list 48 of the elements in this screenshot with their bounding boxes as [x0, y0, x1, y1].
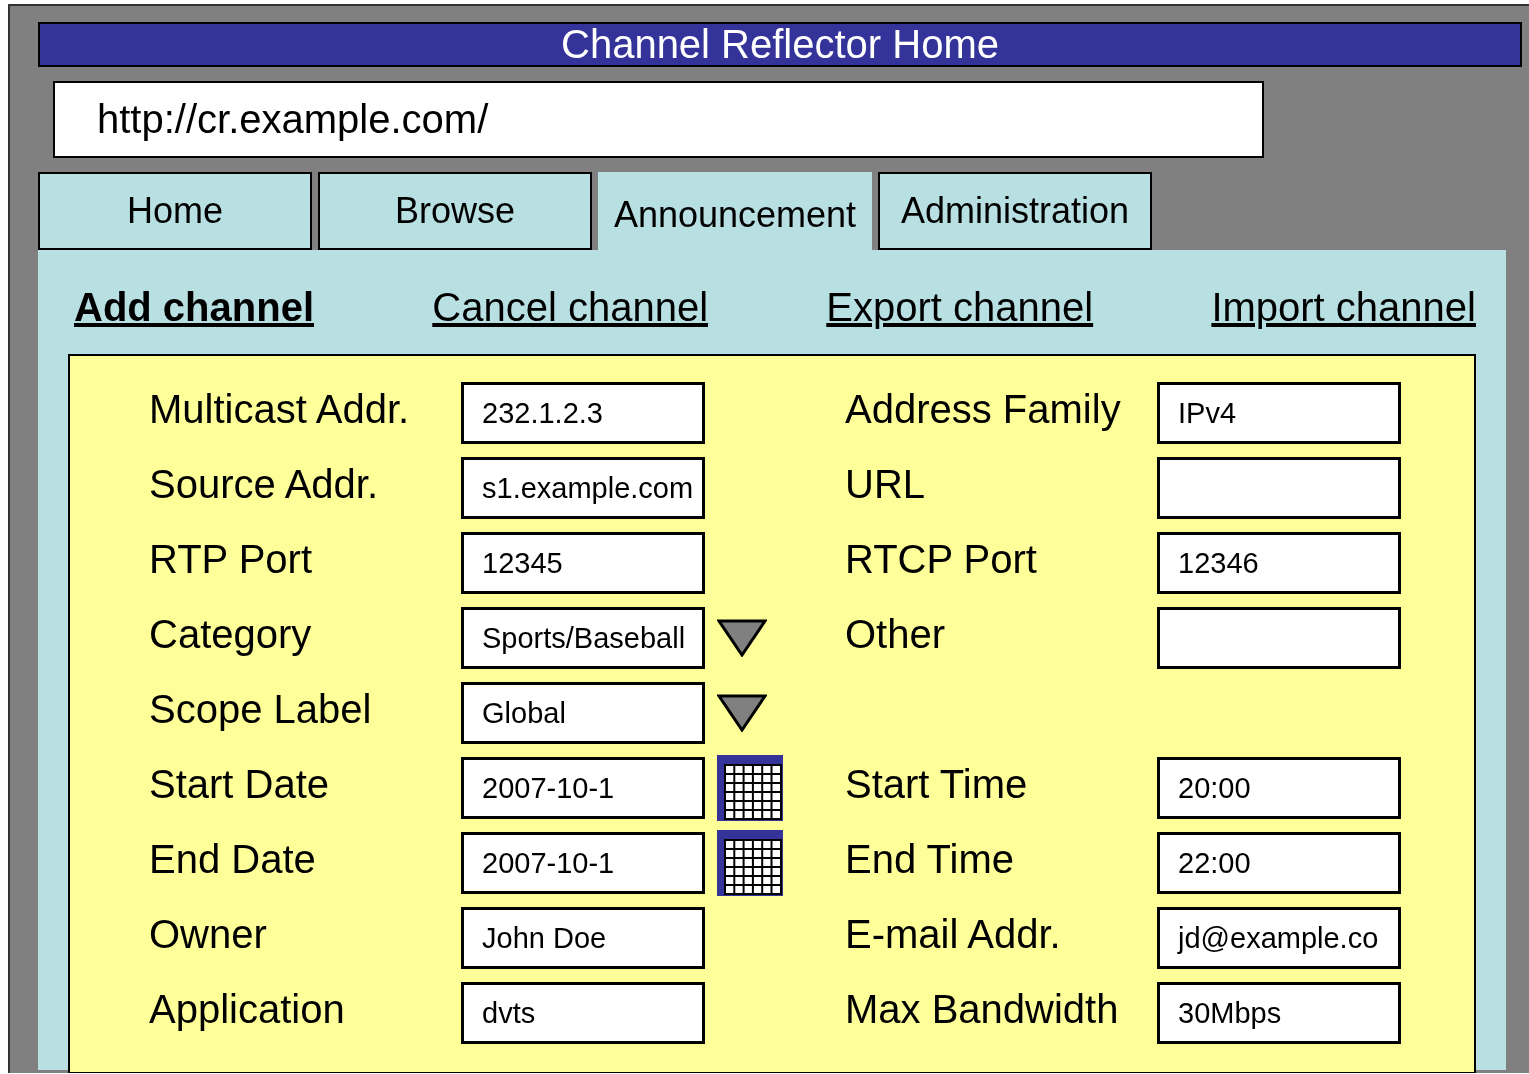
field-label: RTCP Port: [845, 537, 1037, 581]
input-field[interactable]: 30Mbps: [1157, 982, 1401, 1044]
calendar-icon[interactable]: [717, 830, 783, 896]
input-field[interactable]: 12345: [461, 532, 705, 594]
input-field[interactable]: IPv4: [1157, 382, 1401, 444]
field-label: Application: [149, 987, 345, 1031]
action-link[interactable]: Import channel: [1211, 282, 1476, 336]
field-label: Category: [149, 612, 312, 656]
input-field[interactable]: dvts: [461, 982, 705, 1044]
input-field[interactable]: jd@example.co: [1157, 907, 1401, 969]
field-label: End Time: [845, 837, 1014, 881]
input-field[interactable]: 22:00: [1157, 832, 1401, 894]
field-label: Scope Label: [149, 687, 372, 731]
field-label: Start Time: [845, 762, 1028, 806]
field-label: Owner: [149, 912, 267, 956]
action-link[interactable]: Add channel: [74, 282, 315, 336]
dropdown-arrow-icon[interactable]: [717, 694, 767, 732]
tab[interactable]: Announcement: [598, 172, 872, 252]
tab[interactable]: Administration: [878, 172, 1152, 250]
input-field[interactable]: 12346: [1157, 532, 1401, 594]
field-label: URL: [845, 462, 926, 506]
dropdown-field[interactable]: Sports/Baseball: [461, 607, 705, 669]
date-field[interactable]: 2007-10-1: [461, 757, 705, 819]
input-field[interactable]: s1.example.com: [461, 457, 705, 519]
input-field[interactable]: 232.1.2.3: [461, 382, 705, 444]
field-label: Address Family: [845, 387, 1121, 431]
action-link[interactable]: Cancel channel: [432, 282, 709, 336]
field-label: E-mail Addr.: [845, 912, 1061, 956]
field-label: RTP Port: [149, 537, 313, 581]
field-label: Max Bandwidth: [845, 987, 1119, 1031]
action-link[interactable]: Export channel: [826, 282, 1094, 336]
field-label: Source Addr.: [149, 462, 379, 506]
field-label: End Date: [149, 837, 316, 881]
field-label: Other: [845, 612, 946, 656]
input-field[interactable]: John Doe: [461, 907, 705, 969]
field-label: Start Date: [149, 762, 330, 806]
tab[interactable]: Home: [38, 172, 312, 250]
input-field[interactable]: 20:00: [1157, 757, 1401, 819]
calendar-icon[interactable]: [717, 755, 783, 821]
window-title: Channel Reflector Home: [38, 22, 1522, 67]
tab[interactable]: Browse: [318, 172, 592, 250]
address-field[interactable]: http://cr.example.com/: [53, 81, 1264, 158]
input-field[interactable]: [1157, 607, 1401, 669]
input-field[interactable]: [1157, 457, 1401, 519]
field-label: Multicast Addr.: [149, 387, 410, 431]
date-field[interactable]: 2007-10-1: [461, 832, 705, 894]
dropdown-arrow-icon[interactable]: [717, 619, 767, 657]
dropdown-field[interactable]: Global: [461, 682, 705, 744]
